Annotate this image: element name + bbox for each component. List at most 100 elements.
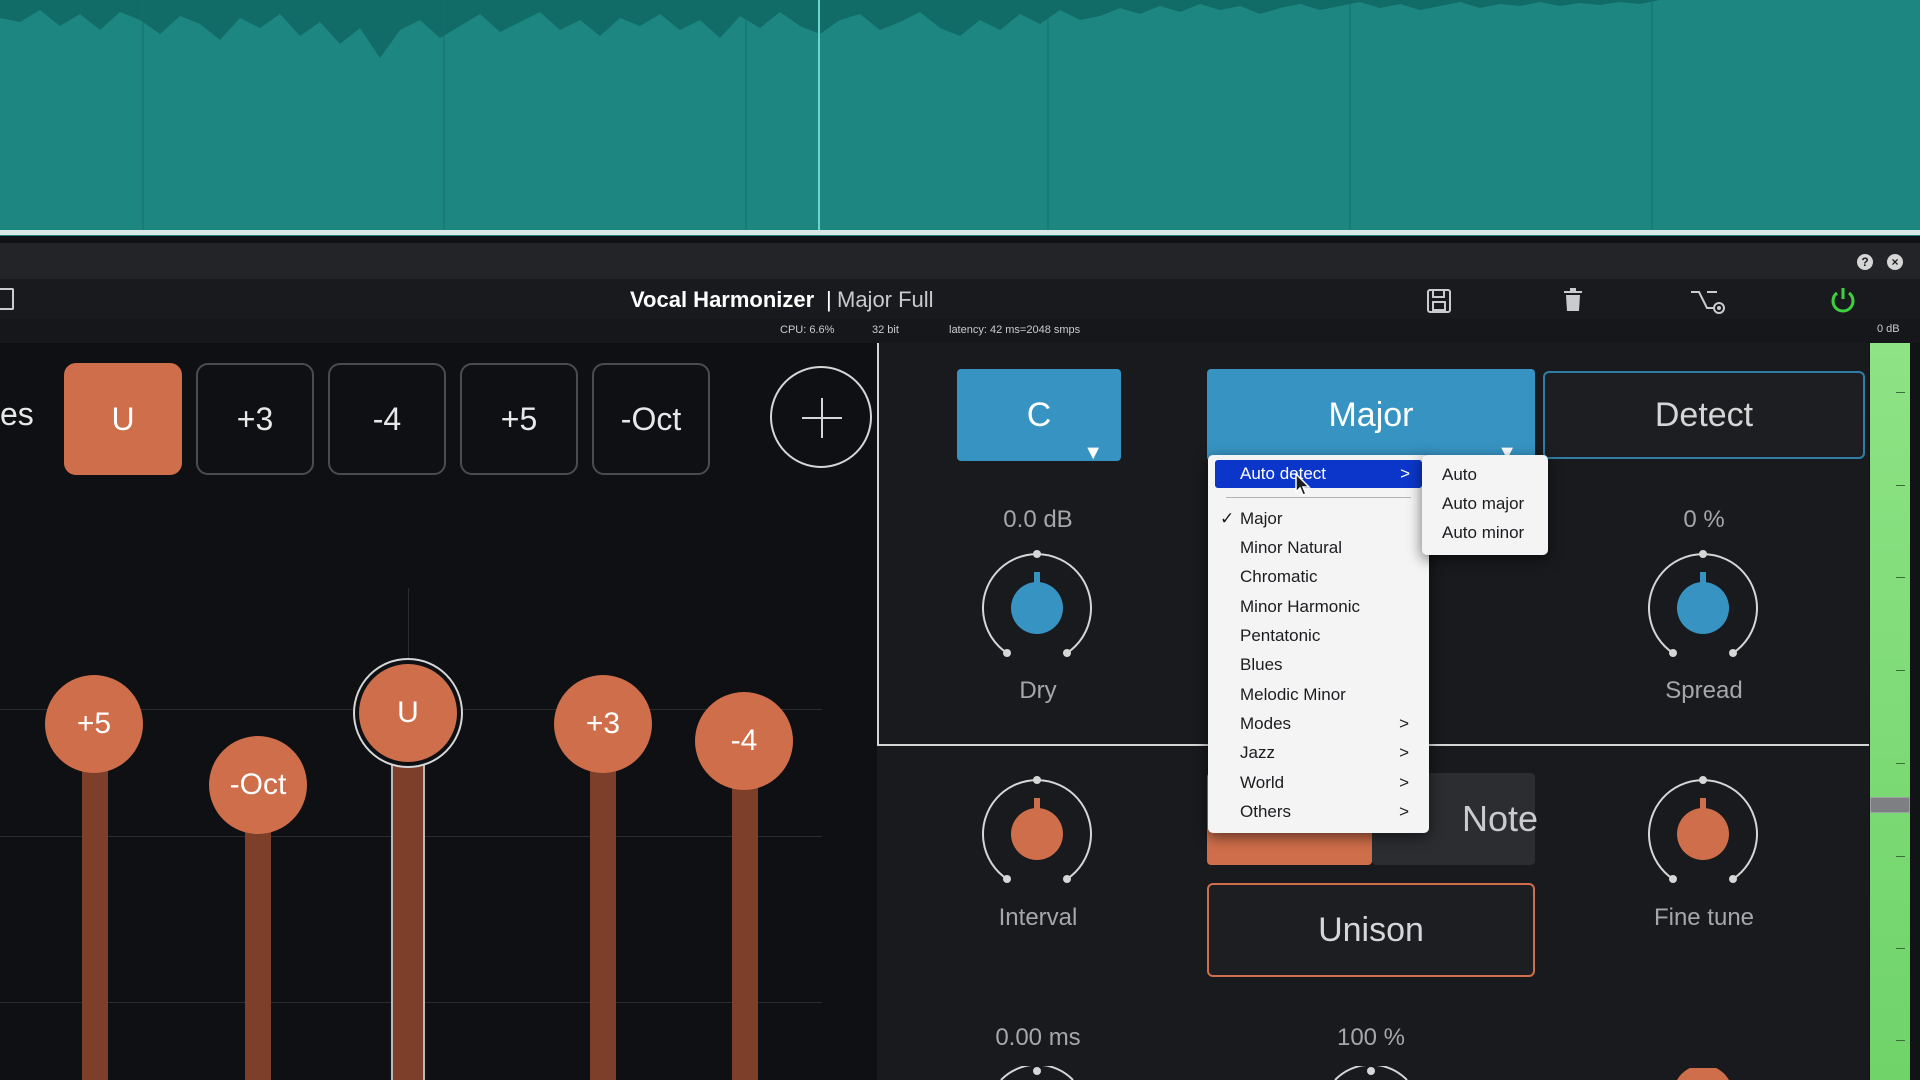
- close-icon[interactable]: ×: [1887, 254, 1903, 270]
- menu-item-chromatic[interactable]: Chromatic: [1208, 563, 1429, 591]
- interval-label: Interval: [998, 904, 1078, 931]
- chip-label: U: [111, 401, 135, 437]
- voices-label: es: [0, 396, 34, 432]
- voice-chip-unison[interactable]: U: [64, 363, 182, 475]
- chevron-right-icon: >: [1399, 714, 1409, 733]
- dry-label: Dry: [1019, 677, 1057, 704]
- chevron-right-icon: >: [1399, 743, 1409, 762]
- menu-item-auto-detect[interactable]: Auto detect >: [1215, 460, 1422, 488]
- bit-depth-readout: 32 bit: [872, 324, 899, 336]
- root-key-value: C: [1026, 396, 1052, 434]
- delay-knob[interactable]: [997, 1066, 1077, 1080]
- voice-handle-minus4[interactable]: -4: [695, 692, 793, 790]
- mix-value: 100 %: [1336, 1024, 1406, 1051]
- menu-item-pentatonic[interactable]: Pentatonic: [1208, 622, 1429, 650]
- plugin-title: Vocal Harmonizer: [630, 287, 815, 312]
- chevron-right-icon: >: [1400, 464, 1410, 483]
- waveform-graphic: [0, 0, 1660, 232]
- chevron-right-icon: >: [1399, 802, 1409, 821]
- help-icon[interactable]: ?: [1857, 254, 1873, 270]
- note-label: Note: [1462, 798, 1539, 839]
- meter-tick: [1896, 485, 1905, 486]
- menu-item-label: Minor Natural: [1240, 538, 1343, 557]
- voice-slider-track[interactable]: [590, 724, 616, 1080]
- delay-value: 0.00 ms: [995, 1024, 1081, 1051]
- power-icon[interactable]: [1829, 286, 1857, 314]
- menu-item-modes[interactable]: Modes >: [1208, 710, 1429, 738]
- spread-value: 0 %: [1683, 506, 1725, 533]
- track-border: [0, 230, 1920, 235]
- meter-db-label: 0 dB: [1877, 323, 1900, 335]
- preset-name[interactable]: Major Full: [837, 287, 934, 313]
- submenu-item-auto-major[interactable]: Auto major: [1442, 490, 1524, 518]
- chevron-down-icon: ▼: [1083, 442, 1103, 464]
- voice-handle-minus-oct[interactable]: -Oct: [209, 736, 307, 834]
- scale-select[interactable]: Major ▼: [1207, 369, 1535, 464]
- chip-label: -Oct: [620, 401, 682, 437]
- menu-item-blues[interactable]: Blues: [1208, 651, 1429, 679]
- scale-dropdown-menu: Auto detect > ✓ Major Minor Natural Chro…: [1208, 455, 1429, 833]
- plugin-header-strip: [0, 243, 1920, 279]
- save-icon[interactable]: [1426, 288, 1452, 314]
- root-key-select[interactable]: C ▼: [957, 369, 1121, 464]
- voice-chip-plus3[interactable]: +3: [196, 363, 314, 475]
- menu-item-minor-natural[interactable]: Minor Natural: [1208, 534, 1429, 562]
- title-bar: [0, 279, 1920, 324]
- menu-item-others[interactable]: Others >: [1208, 798, 1429, 826]
- spread-knob[interactable]: [1643, 548, 1763, 668]
- chip-label: +3: [236, 401, 274, 437]
- menu-item-major[interactable]: ✓ Major: [1208, 505, 1429, 533]
- voice-chip-plus5[interactable]: +5: [460, 363, 578, 475]
- menu-item-label: Minor Harmonic: [1240, 597, 1360, 616]
- meter-gain-handle[interactable]: [1870, 797, 1910, 813]
- chip-label: +5: [500, 401, 538, 437]
- menu-item-jazz[interactable]: Jazz >: [1208, 739, 1429, 767]
- keyboard-icon[interactable]: [0, 288, 14, 310]
- menu-item-melodic-minor[interactable]: Melodic Minor: [1208, 681, 1429, 709]
- voice-handle-plus5[interactable]: +5: [45, 675, 143, 773]
- voice-slider-track[interactable]: [82, 724, 108, 1080]
- menu-item-world[interactable]: World >: [1208, 769, 1429, 797]
- menu-item-label: Modes: [1240, 714, 1292, 733]
- menu-item-minor-harmonic[interactable]: Minor Harmonic: [1208, 593, 1429, 621]
- meter-tick: [1896, 948, 1905, 949]
- voice-chip-minus4[interactable]: -4: [328, 363, 446, 475]
- voice-handle-plus3[interactable]: +3: [554, 675, 652, 773]
- menu-item-label: Blues: [1240, 655, 1283, 674]
- add-voice-button[interactable]: [770, 366, 872, 468]
- auto-detect-submenu: Auto Auto major Auto minor: [1422, 455, 1548, 555]
- submenu-item-auto[interactable]: Auto: [1442, 461, 1477, 489]
- mix-knob[interactable]: [1331, 1066, 1411, 1080]
- menu-divider: [1226, 497, 1411, 498]
- detect-button[interactable]: Detect: [1543, 371, 1865, 459]
- menu-item-label: Jazz: [1240, 743, 1275, 762]
- meter-tick: [1896, 670, 1905, 671]
- voice-handle-unison[interactable]: U: [359, 664, 457, 762]
- menu-item-label: Auto detect: [1240, 464, 1327, 483]
- meter-tick: [1896, 856, 1905, 857]
- routing-icon[interactable]: [1689, 286, 1727, 316]
- menu-item-label: World: [1240, 773, 1285, 792]
- menu-item-label: Melodic Minor: [1240, 685, 1346, 704]
- meter-tick: [1896, 763, 1905, 764]
- chevron-right-icon: >: [1399, 773, 1409, 792]
- waveform-track[interactable]: [0, 0, 1920, 236]
- chip-label: -4: [372, 401, 402, 437]
- fine-tune-knob[interactable]: [1643, 774, 1763, 894]
- meter-tick: [1896, 392, 1905, 393]
- checkmark-icon: ✓: [1220, 509, 1235, 528]
- meter-tick: [1896, 577, 1905, 578]
- spread-label: Spread: [1665, 677, 1743, 704]
- dry-knob[interactable]: [977, 548, 1097, 668]
- voice-slider-track[interactable]: [393, 710, 423, 1080]
- unison-button[interactable]: Unison: [1207, 883, 1535, 977]
- output-knob[interactable]: [1663, 1068, 1743, 1080]
- meter-tick: [1896, 1040, 1905, 1041]
- voice-slider-track[interactable]: [732, 740, 758, 1080]
- interval-knob[interactable]: [977, 774, 1097, 894]
- scale-value: Major: [1328, 396, 1414, 434]
- submenu-item-auto-minor[interactable]: Auto minor: [1442, 519, 1524, 547]
- voice-chip-minus-oct[interactable]: -Oct: [592, 363, 710, 475]
- menu-item-label: Major: [1240, 509, 1283, 528]
- trash-icon[interactable]: [1562, 288, 1584, 312]
